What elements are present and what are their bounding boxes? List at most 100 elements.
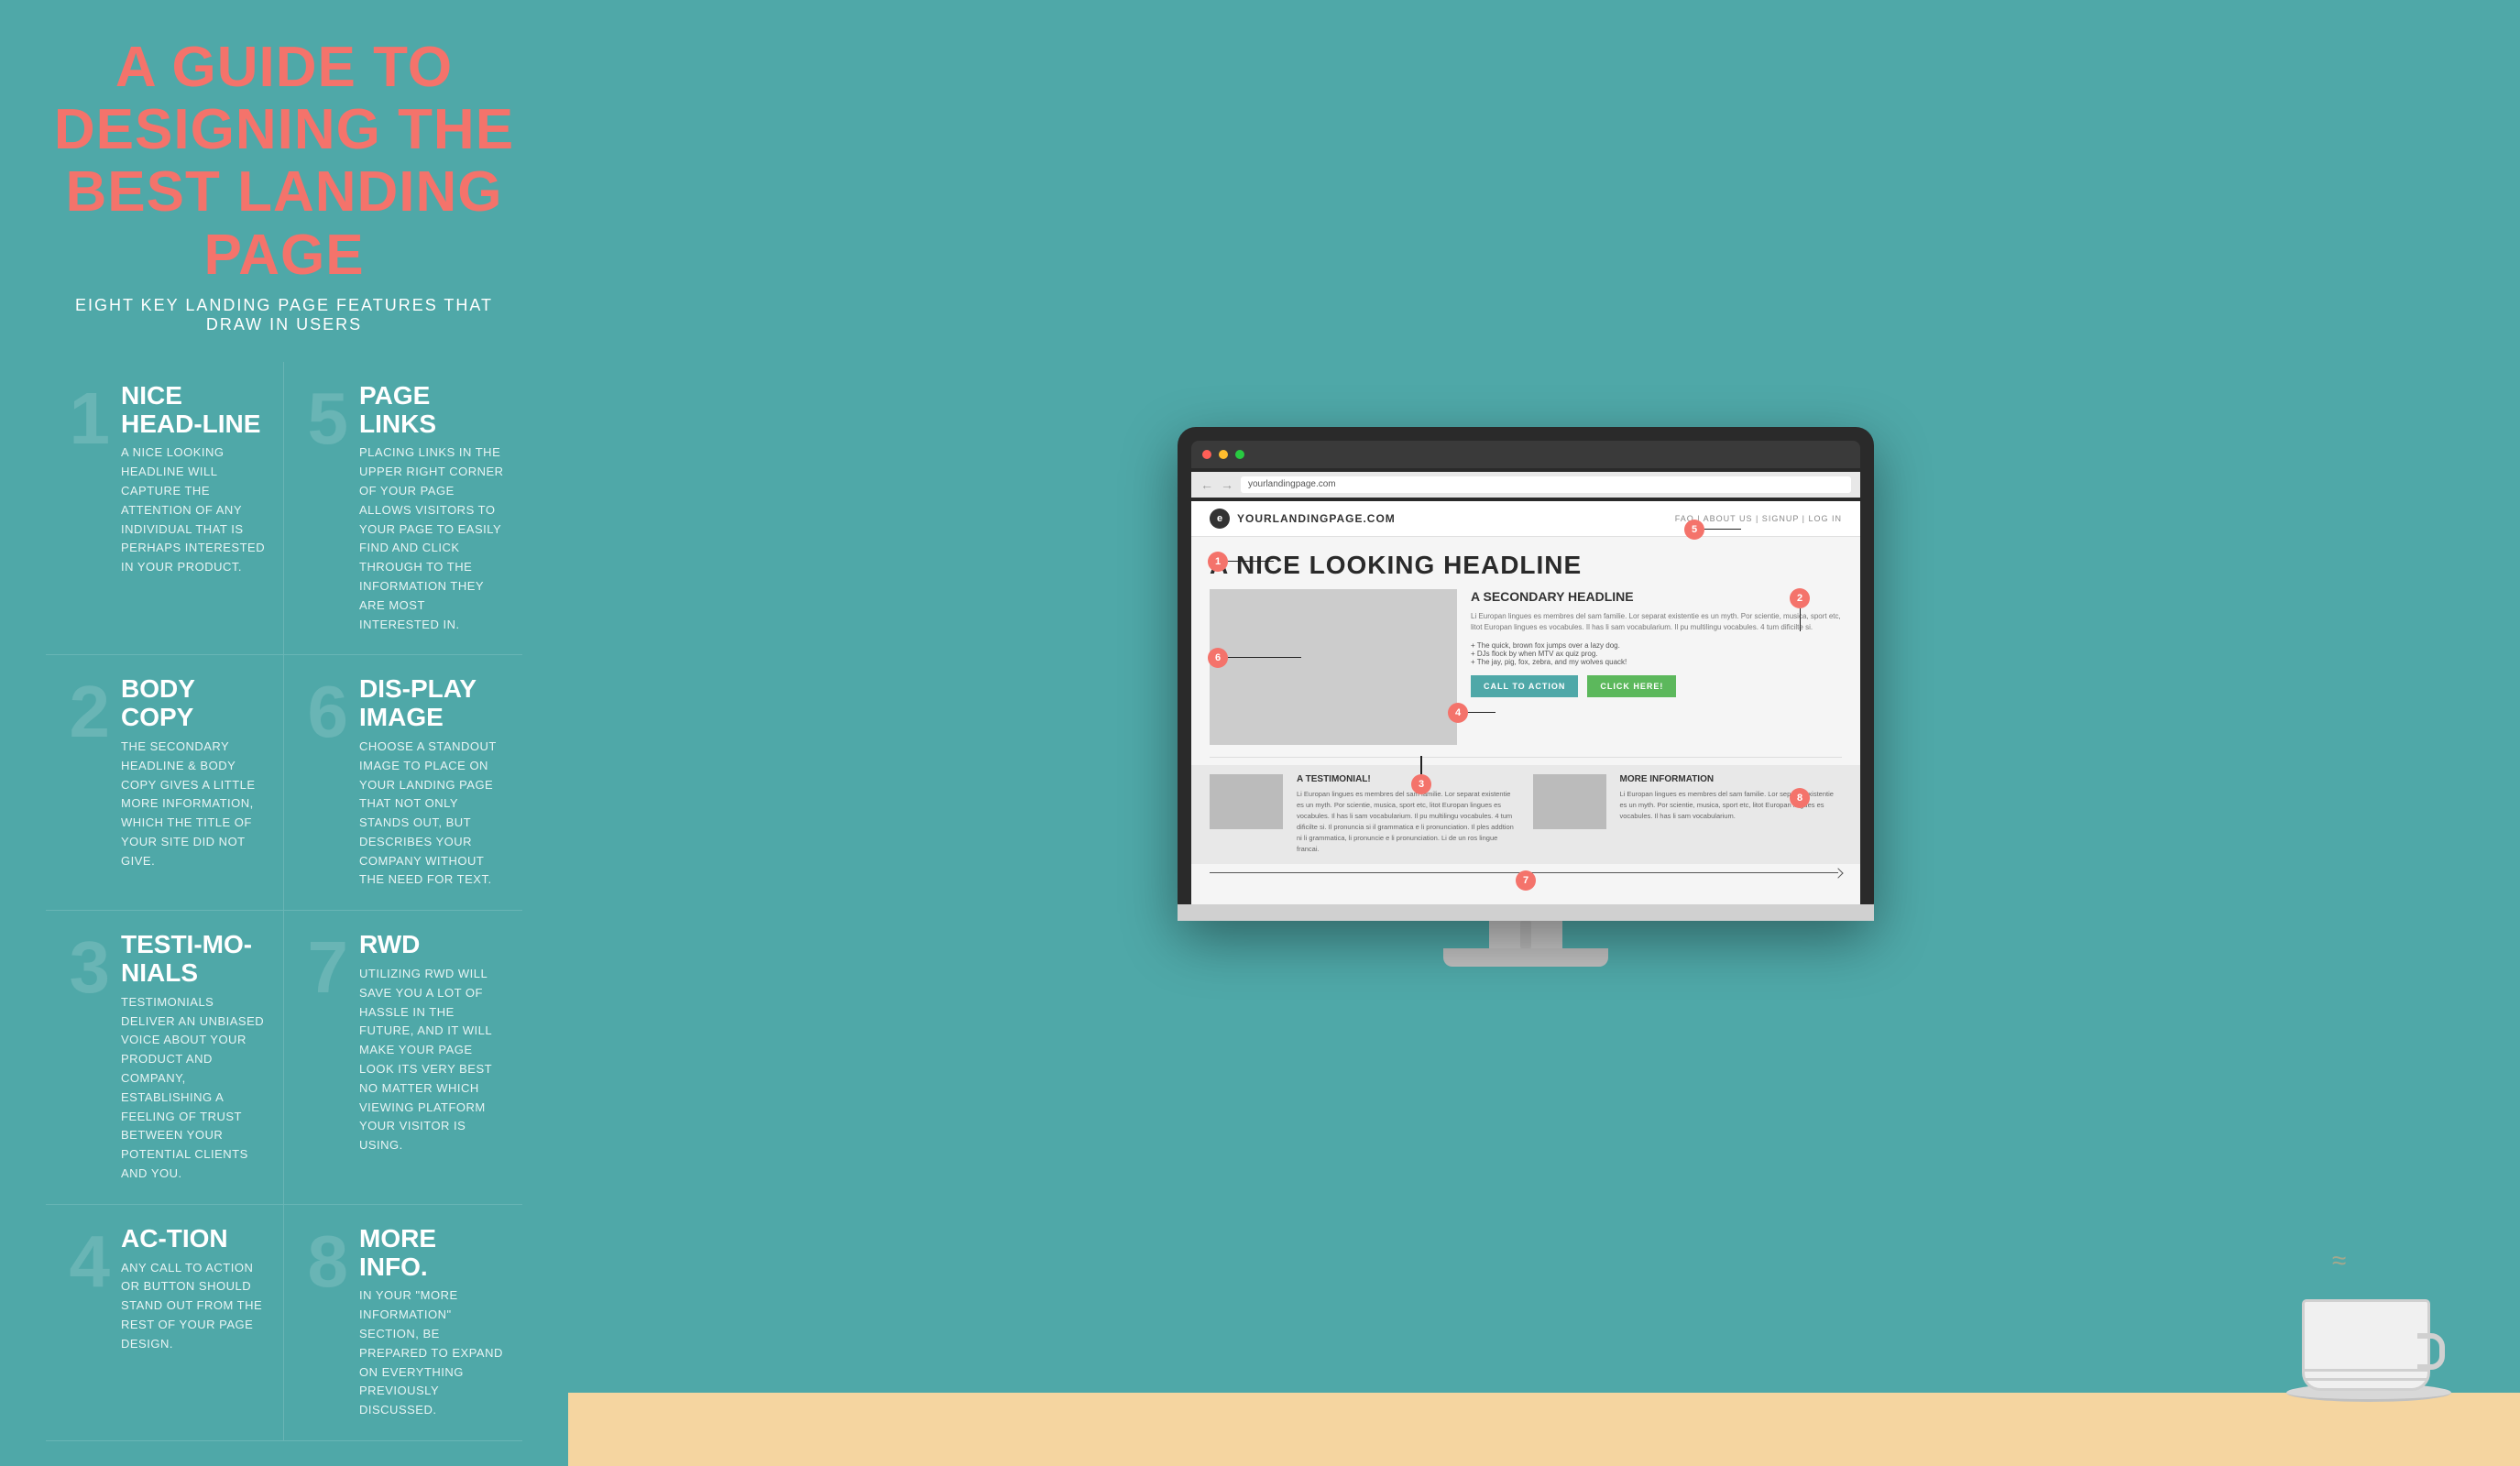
logo-url: yourlandingpage.com xyxy=(1237,512,1396,525)
feature-label-1: NICE HEAD-LINE xyxy=(121,382,269,439)
logo-letter: e xyxy=(1217,513,1222,524)
url-bar[interactable]: yourlandingpage.com xyxy=(1241,476,1851,493)
badge-7: 7 xyxy=(1516,870,1536,891)
steam-icon: ≈ xyxy=(2332,1246,2346,1275)
annotation-1: 1 xyxy=(1208,552,1274,572)
feature-number-7: 7 xyxy=(298,931,348,1004)
feature-item-1: 1 NICE HEAD-LINE A nice looking headline… xyxy=(46,362,284,656)
badge-1: 1 xyxy=(1208,552,1228,572)
badge-3: 3 xyxy=(1411,774,1431,794)
monitor-screen-bottom xyxy=(1178,904,1874,921)
coffee-cup-area: ≈ xyxy=(2282,1246,2465,1411)
site-headline: A NICE LOOKING HEADLINE xyxy=(1191,537,1860,585)
site-text-area: A SECONDARY HEADLINE Li Europan lingues … xyxy=(1471,589,1842,745)
feature-content-8: MORE INFO. In your "more information" se… xyxy=(359,1225,509,1420)
feature-label-8: MORE INFO. xyxy=(359,1225,509,1282)
monitor-stand-neck xyxy=(1489,921,1562,948)
desk-surface xyxy=(568,1393,2520,1466)
cup-handle xyxy=(2417,1333,2445,1370)
left-panel: A Guide to Designing the Best Landing Pa… xyxy=(0,0,568,1466)
back-arrow-icon[interactable]: ← xyxy=(1200,477,1213,492)
body-copy: Li Europan lingues es membres del sam fa… xyxy=(1471,611,1842,635)
feature-item-4: 4 AC-TION Any call to action or button s… xyxy=(46,1205,284,1441)
feature-item-7: 7 RWD Utilizing RWD will save you a lot … xyxy=(284,911,522,1205)
cta-button[interactable]: CALL TO ACTION xyxy=(1471,675,1578,697)
more-info-image xyxy=(1533,774,1606,829)
feature-desc-6: Choose a standout image to place on your… xyxy=(359,738,509,890)
feature-content-5: PAGE LINKS Placing links in the upper ri… xyxy=(359,382,509,635)
traffic-light-red xyxy=(1202,450,1211,459)
feature-number-1: 1 xyxy=(60,382,110,455)
feature-label-2: BODY COPY xyxy=(121,675,269,732)
logo-icon: e xyxy=(1210,509,1230,529)
feature-number-3: 3 xyxy=(60,931,110,1004)
website-content: e yourlandingpage.com FAO | ABOUT US | S… xyxy=(1191,501,1860,904)
divider xyxy=(1210,757,1842,758)
feature-desc-1: A nice looking headline will capture the… xyxy=(121,443,269,577)
secondary-headline: A SECONDARY HEADLINE xyxy=(1471,589,1842,604)
feature-content-6: DIS-PLAY IMAGE Choose a standout image t… xyxy=(359,675,509,890)
feature-number-6: 6 xyxy=(298,675,348,749)
testimonial-col: A TESTIMONIAL! Li Europan lingues es mem… xyxy=(1297,774,1519,855)
browser-bar: ← → yourlandingpage.com xyxy=(1191,472,1860,498)
feature-label-4: AC-TION xyxy=(121,1225,269,1253)
traffic-light-yellow xyxy=(1219,450,1228,459)
feature-number-5: 5 xyxy=(298,382,348,455)
badge-2: 2 xyxy=(1790,588,1810,608)
desktop-wrapper: ← → yourlandingpage.com e yourlandingpag… xyxy=(1178,427,1874,967)
site-footer-section: A TESTIMONIAL! Li Europan lingues es mem… xyxy=(1191,765,1860,864)
feature-label-3: TESTI-MO-NIALS xyxy=(121,931,269,988)
more-info-col: MORE INFORMATION Li Europan lingues es m… xyxy=(1620,774,1843,855)
annotation-6: 6 xyxy=(1208,648,1301,668)
annotation-7: 7 xyxy=(1516,870,1536,891)
forward-arrow-icon[interactable]: → xyxy=(1221,477,1233,492)
feature-content-3: TESTI-MO-NIALS Testimonials deliver an u… xyxy=(121,931,269,1184)
bullet-item: The jay, pig, fox, zebra, and my wolves … xyxy=(1471,658,1842,666)
feature-item-5: 5 PAGE LINKS Placing links in the upper … xyxy=(284,362,522,656)
annotation-3: 3 xyxy=(1411,756,1431,794)
annotation-5: 5 xyxy=(1684,520,1741,540)
feature-item-3: 3 TESTI-MO-NIALS Testimonials deliver an… xyxy=(46,911,284,1205)
feature-number-8: 8 xyxy=(298,1225,348,1298)
feature-content-7: RWD Utilizing RWD will save you a lot of… xyxy=(359,931,509,1155)
feature-number-2: 2 xyxy=(60,675,110,749)
badge-4: 4 xyxy=(1448,703,1468,723)
monitor-stand-base xyxy=(1443,948,1608,967)
annotation-2: 2 xyxy=(1790,588,1810,631)
feature-item-8: 8 MORE INFO. In your "more information" … xyxy=(284,1205,522,1441)
feature-number-4: 4 xyxy=(60,1225,110,1298)
bullet-item: The quick, brown fox jumps over a lazy d… xyxy=(1471,641,1842,650)
badge-6: 6 xyxy=(1208,648,1228,668)
main-title: A Guide to Designing the Best Landing Pa… xyxy=(46,37,522,287)
feature-content-4: AC-TION Any call to action or button sho… xyxy=(121,1225,269,1354)
feature-desc-5: Placing links in the upper right corner … xyxy=(359,443,509,634)
badge-8: 8 xyxy=(1790,788,1810,808)
testimonial-title: A TESTIMONIAL! xyxy=(1297,774,1519,784)
site-logo: e yourlandingpage.com xyxy=(1210,509,1396,529)
click-here-button[interactable]: CLICK HERE! xyxy=(1587,675,1676,697)
monitor-top-bar xyxy=(1191,441,1860,468)
more-info-title: MORE INFORMATION xyxy=(1620,774,1843,784)
feature-item-6: 6 DIS-PLAY IMAGE Choose a standout image… xyxy=(284,655,522,911)
right-panel: ← → yourlandingpage.com e yourlandingpag… xyxy=(568,0,2520,1466)
feature-desc-3: Testimonials deliver an unbiased voice a… xyxy=(121,993,269,1184)
subtitle: Eight Key Landing Page Features That Dra… xyxy=(46,296,522,334)
annotation-4: 4 xyxy=(1448,703,1496,723)
features-grid: 1 NICE HEAD-LINE A nice looking headline… xyxy=(46,362,522,1441)
feature-desc-4: Any call to action or button should stan… xyxy=(121,1259,269,1354)
cup-body xyxy=(2302,1299,2430,1391)
testimonial-text: Li Europan lingues es membres del sam fa… xyxy=(1297,789,1519,855)
cta-row: CALL TO ACTION CLICK HERE! xyxy=(1471,675,1842,697)
feature-desc-2: The secondary headline & body copy gives… xyxy=(121,738,269,871)
badge-5: 5 xyxy=(1684,520,1704,540)
feature-content-1: NICE HEAD-LINE A nice looking headline w… xyxy=(121,382,269,577)
feature-label-7: RWD xyxy=(359,931,509,959)
feature-label-5: PAGE LINKS xyxy=(359,382,509,439)
annotation-8: 8 xyxy=(1790,788,1810,808)
testimonial-image xyxy=(1210,774,1283,829)
feature-content-2: BODY COPY The secondary headline & body … xyxy=(121,675,269,870)
feature-desc-7: Utilizing RWD will save you a lot of has… xyxy=(359,965,509,1155)
site-header: e yourlandingpage.com FAO | ABOUT US | S… xyxy=(1191,501,1860,537)
feature-label-6: DIS-PLAY IMAGE xyxy=(359,675,509,732)
feature-desc-8: In your "more information" section, be p… xyxy=(359,1286,509,1420)
